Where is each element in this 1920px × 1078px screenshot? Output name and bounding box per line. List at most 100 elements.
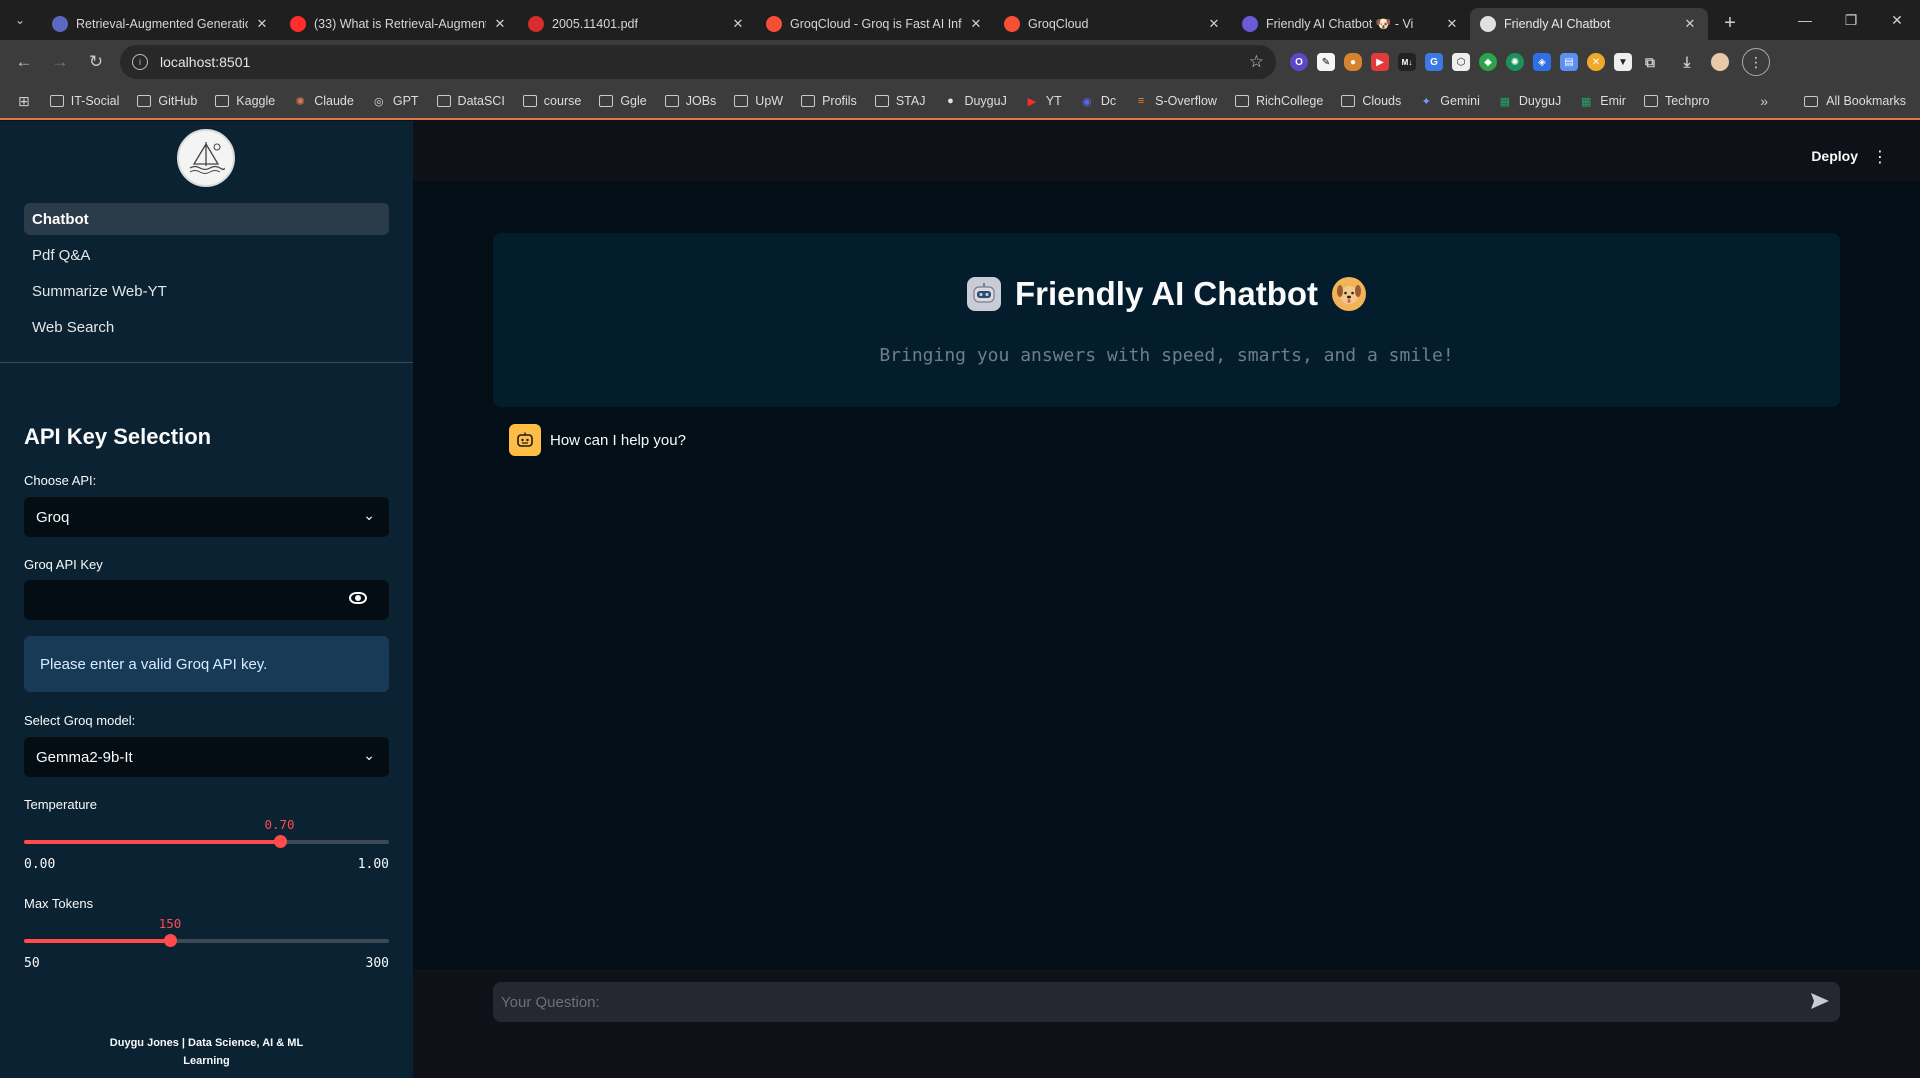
bookmark-item[interactable]: STAJ — [874, 94, 925, 108]
sidebar-nav-item[interactable]: Summarize Web-YT — [24, 275, 389, 307]
browser-menu-icon[interactable]: ⋮ — [1742, 48, 1770, 76]
bookmark-item[interactable]: JOBs — [664, 94, 717, 108]
browser-tab[interactable]: Friendly AI Chatbot 🐶 - Vi ✕ — [1232, 8, 1470, 40]
extension-record-icon[interactable]: ▶ — [1371, 53, 1389, 71]
minimize-icon[interactable]: — — [1782, 0, 1828, 40]
bookmark-item[interactable]: ✺ Claude — [293, 94, 354, 108]
footer-line-2: Learning — [183, 1055, 230, 1067]
bookmark-item[interactable]: ◎ GPT — [372, 94, 419, 108]
browser-tab[interactable]: GroqCloud - Groq is Fast AI Infe ✕ — [756, 8, 994, 40]
extension-o-icon[interactable]: O — [1290, 53, 1308, 71]
deploy-button[interactable]: Deploy — [1811, 148, 1858, 164]
bookmark-item[interactable]: ✦ Gemini — [1419, 94, 1480, 108]
tab-title: GroqCloud — [1028, 17, 1089, 31]
reload-icon[interactable]: ↻ — [80, 46, 112, 78]
tab-close-icon[interactable]: ✕ — [254, 16, 270, 32]
bookmark-item[interactable]: ◉ Dc — [1080, 94, 1116, 108]
extension-blue-icon[interactable]: ◈ — [1533, 53, 1551, 71]
browser-tab[interactable]: 2005.11401.pdf ✕ — [518, 8, 756, 40]
choose-api-select[interactable]: Groq ⌄ — [24, 497, 389, 537]
api-key-input[interactable] — [24, 580, 389, 620]
bookmark-item[interactable]: UpW — [734, 94, 783, 108]
bookmark-item[interactable]: course — [522, 94, 581, 108]
bookmark-item[interactable]: Profils — [801, 94, 857, 108]
bookmark-label: Kaggle — [236, 94, 276, 108]
tab-search-chevron-icon[interactable]: ⌄ — [8, 8, 32, 32]
folder-icon — [1234, 95, 1249, 107]
restore-icon[interactable]: ❐ — [1828, 0, 1874, 40]
back-arrow-icon[interactable]: ← — [8, 46, 40, 78]
translate-extension-icon[interactable]: G — [1425, 53, 1443, 71]
site-info-icon[interactable]: i — [132, 54, 148, 70]
shield-extension-icon[interactable]: ▼ — [1614, 53, 1632, 71]
sidebar-logo — [177, 129, 235, 187]
bookmark-item[interactable]: ▶ YT — [1025, 94, 1062, 108]
sidebar-nav-item[interactable]: Pdf Q&A — [24, 239, 389, 271]
download-icon[interactable]: ⤓ — [1678, 53, 1696, 71]
app-menu-icon[interactable]: ⋮ — [1872, 147, 1888, 167]
profile-avatar[interactable] — [1711, 53, 1729, 71]
max-tokens-slider-thumb[interactable] — [164, 934, 177, 947]
tab-close-icon[interactable]: ✕ — [730, 16, 746, 32]
bookmark-item[interactable]: IT-Social — [49, 94, 119, 108]
window-controls: — ❐ ✕ — [1782, 0, 1920, 40]
bookmark-label: Dc — [1100, 94, 1117, 108]
bookmark-item[interactable]: Ggle — [599, 94, 647, 108]
bookmark-item[interactable]: GitHub — [137, 94, 197, 108]
avatar-icon: ● — [947, 95, 954, 107]
temperature-slider[interactable] — [24, 835, 389, 848]
extension-flame-icon[interactable]: ● — [1344, 53, 1362, 71]
sidebar-nav-item[interactable]: Web Search — [24, 311, 389, 343]
bookmark-item[interactable]: Techpro — [1643, 94, 1709, 108]
bookmark-item[interactable]: ▦ Emir — [1579, 94, 1626, 108]
extension-hex-icon[interactable]: ⬡ — [1452, 53, 1470, 71]
folder-icon — [1804, 95, 1819, 107]
browser-tab[interactable]: GroqCloud ✕ — [994, 8, 1232, 40]
send-icon[interactable] — [1810, 992, 1830, 1014]
tab-close-icon[interactable]: ✕ — [1444, 16, 1460, 32]
chatgpt-extension-icon[interactable]: ✺ — [1506, 53, 1524, 71]
bookmark-item[interactable]: ● DuyguJ — [943, 94, 1007, 108]
all-bookmarks[interactable]: All Bookmarks — [1804, 94, 1906, 108]
bookmark-item[interactable]: Clouds — [1341, 94, 1401, 108]
bookmark-star-icon[interactable]: ☆ — [1249, 52, 1264, 72]
tab-close-icon[interactable]: ✕ — [1682, 16, 1698, 32]
max-tokens-slider[interactable] — [24, 934, 389, 947]
tab-close-icon[interactable]: ✕ — [968, 16, 984, 32]
extension-m-icon[interactable]: M↓ — [1398, 53, 1416, 71]
extension-pen-icon[interactable]: ✎ — [1317, 53, 1335, 71]
eye-visibility-icon[interactable] — [349, 592, 367, 604]
apps-grid-icon[interactable]: ⊞ — [18, 93, 30, 110]
bookmark-item[interactable]: ≡ S-Overflow — [1134, 94, 1217, 108]
bookmark-item[interactable]: ▦ DuyguJ — [1498, 94, 1562, 108]
temperature-label: Temperature — [24, 797, 97, 812]
browser-tab[interactable]: Retrieval-Augmented Generatio ✕ — [42, 8, 280, 40]
browser-tab[interactable]: Friendly AI Chatbot ✕ — [1470, 8, 1708, 40]
tab-close-icon[interactable]: ✕ — [492, 16, 508, 32]
temperature-slider-thumb[interactable] — [273, 835, 287, 848]
chevron-down-icon: ⌄ — [363, 507, 375, 523]
address-bar[interactable]: i localhost:8501 ☆ — [120, 45, 1276, 79]
extension-green-icon[interactable]: ◆ — [1479, 53, 1497, 71]
model-select[interactable]: Gemma2-9b-It ⌄ — [24, 737, 389, 777]
bookmark-item[interactable]: RichCollege — [1234, 94, 1323, 108]
extensions-row: O ✎ ● ▶ M↓ G ⬡ ◆ ✺ ◈ ▤ ✕ ▼ ⧉ ⤓ ⋮ — [1290, 48, 1770, 76]
chat-question-input[interactable] — [501, 993, 1781, 1011]
bookmark-label: DataSCI — [457, 94, 505, 108]
extension-docs-icon[interactable]: ▤ — [1560, 53, 1578, 71]
close-window-icon[interactable]: ✕ — [1874, 0, 1920, 40]
new-tab-plus-icon[interactable]: + — [1718, 12, 1742, 35]
bookmark-item[interactable]: Kaggle — [215, 94, 275, 108]
bookmarks-overflow-icon[interactable]: » — [1760, 93, 1768, 109]
tab-close-icon[interactable]: ✕ — [1206, 16, 1222, 32]
bookmark-label: YT — [1045, 94, 1062, 108]
browser-tab[interactable]: (33) What is Retrieval-Augment ✕ — [280, 8, 518, 40]
extensions-puzzle-icon[interactable]: ⧉ — [1641, 53, 1659, 71]
forward-arrow-icon[interactable]: → — [44, 46, 76, 78]
folder-icon — [801, 95, 816, 107]
sidebar-nav-item[interactable]: Chatbot — [24, 203, 389, 235]
extension-orange-icon[interactable]: ✕ — [1587, 53, 1605, 71]
bookmark-item[interactable]: DataSCI — [436, 94, 505, 108]
bookmark-label: JOBs — [685, 94, 717, 108]
browser-toolbar: ← → ↻ i localhost:8501 ☆ O ✎ ● ▶ M↓ G ⬡ … — [0, 40, 1920, 84]
